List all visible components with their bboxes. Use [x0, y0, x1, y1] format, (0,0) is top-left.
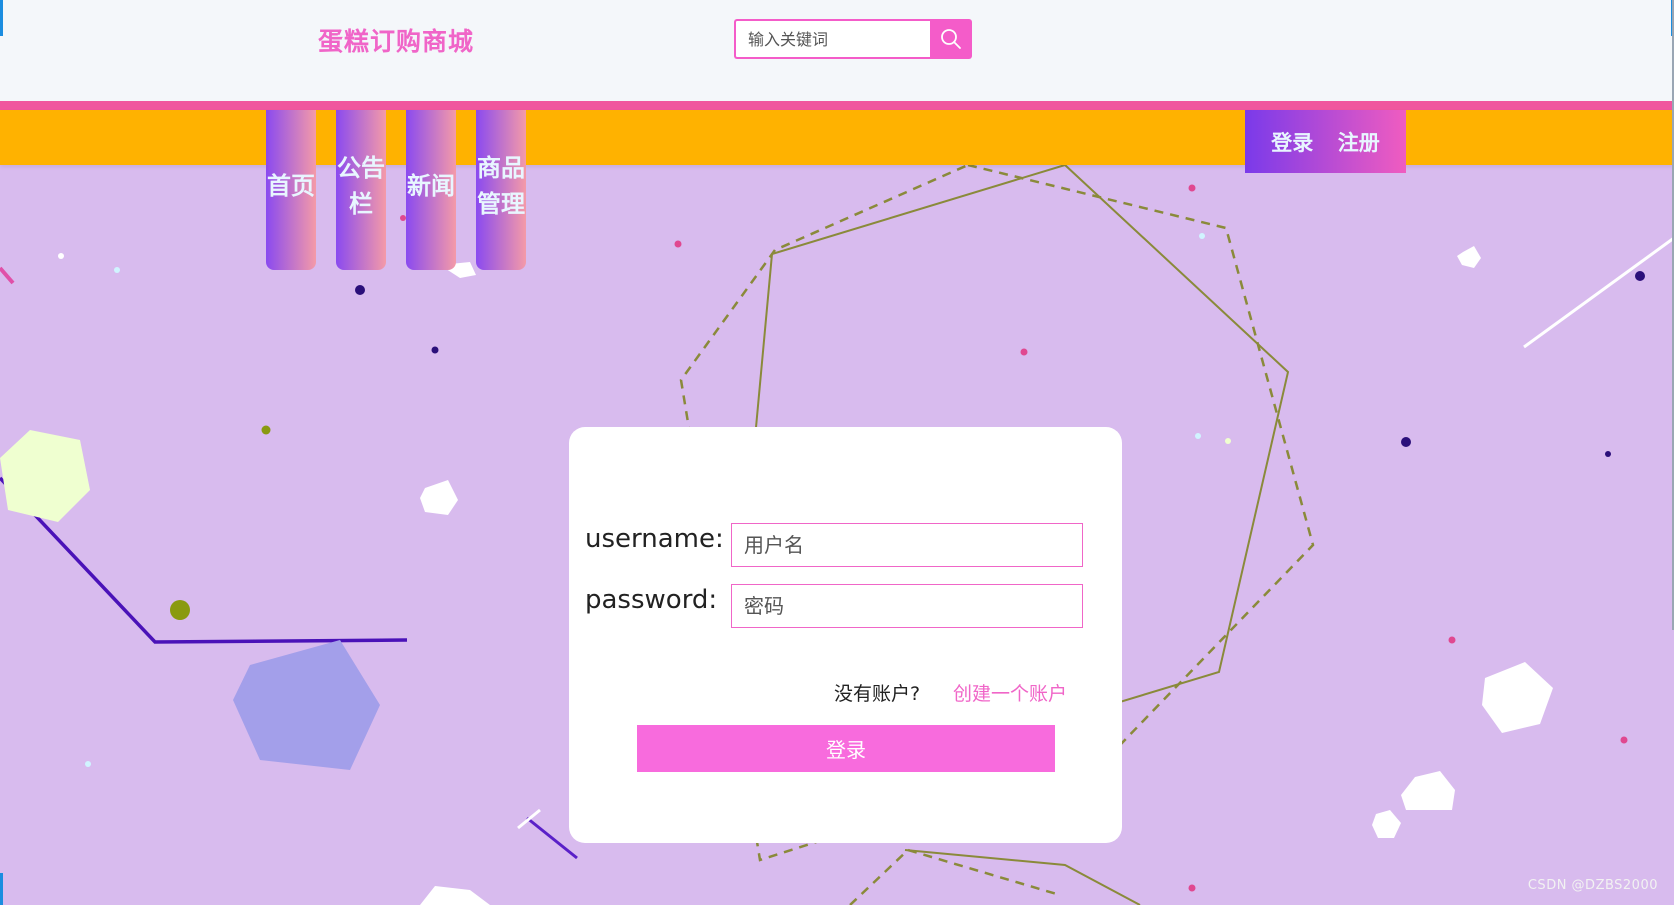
nav-item-news[interactable]: 新闻	[406, 110, 456, 270]
decorative-hexagon	[1372, 810, 1401, 838]
create-account-link[interactable]: 创建一个账户	[953, 679, 1067, 706]
auth-links: 登录 注册	[1245, 110, 1406, 173]
nav-register-link[interactable]: 注册	[1338, 127, 1380, 157]
decorative-dot	[431, 346, 439, 354]
decorative-dot	[1188, 884, 1196, 892]
username-field[interactable]	[731, 523, 1083, 567]
decorative-dot	[1448, 636, 1456, 644]
decorative-dot	[1605, 451, 1611, 457]
decorative-hexagon	[1482, 662, 1553, 733]
watermark-text: CSDN @DZBS2000	[1527, 878, 1658, 893]
decorative-dot	[674, 240, 682, 248]
username-label: username:	[585, 524, 724, 554]
window-edge	[0, 873, 3, 905]
decorative-dot	[85, 761, 91, 767]
nav-item-bulletin[interactable]: 公告栏	[336, 110, 386, 270]
search-bar	[734, 19, 974, 59]
top-header: 蛋糕订购商城	[0, 0, 1674, 101]
search-icon	[941, 29, 961, 49]
decorative-hexagon	[1457, 246, 1481, 268]
header-divider	[0, 101, 1674, 110]
search-input[interactable]	[734, 19, 930, 59]
nav-item-product-management[interactable]: 商品管理	[476, 110, 526, 270]
login-submit-button[interactable]: 登录	[637, 725, 1055, 772]
decorative-dot	[355, 285, 365, 295]
decorative-line	[0, 266, 15, 285]
decorative-dot	[1225, 438, 1231, 444]
decorative-line	[1523, 236, 1674, 349]
decorative-dot	[1195, 433, 1201, 439]
site-logo-title[interactable]: 蛋糕订购商城	[318, 22, 474, 58]
decorative-dot	[261, 425, 271, 435]
decorative-dot	[170, 600, 190, 620]
decorative-dot	[1020, 348, 1028, 356]
nav-bar	[0, 110, 1674, 165]
decorative-dot	[58, 253, 64, 259]
window-edge	[0, 0, 3, 36]
decorative-dot	[114, 267, 120, 273]
decorative-dot	[1401, 437, 1411, 447]
decorative-dot	[1199, 233, 1205, 239]
password-label: password:	[585, 585, 718, 615]
decorative-hexagon	[420, 480, 458, 515]
no-account-text: 没有账户?	[834, 683, 921, 705]
login-card: username: password: 没有账户? 创建一个账户 登录	[569, 427, 1122, 843]
decorative-hexagon	[1401, 771, 1455, 810]
decorative-dot	[1620, 736, 1628, 744]
decorative-dot	[1188, 184, 1196, 192]
decorative-dot	[1635, 271, 1645, 281]
nav-login-link[interactable]: 登录	[1271, 127, 1313, 157]
decorative-hexagon	[0, 430, 90, 522]
decorative-polygon-bottom-dashed	[849, 848, 1061, 905]
search-button[interactable]	[930, 19, 972, 59]
decorative-hexagon	[233, 640, 380, 770]
decorative-hexagon	[420, 886, 490, 905]
nav-item-home[interactable]: 首页	[266, 110, 316, 270]
password-field[interactable]	[731, 584, 1083, 628]
